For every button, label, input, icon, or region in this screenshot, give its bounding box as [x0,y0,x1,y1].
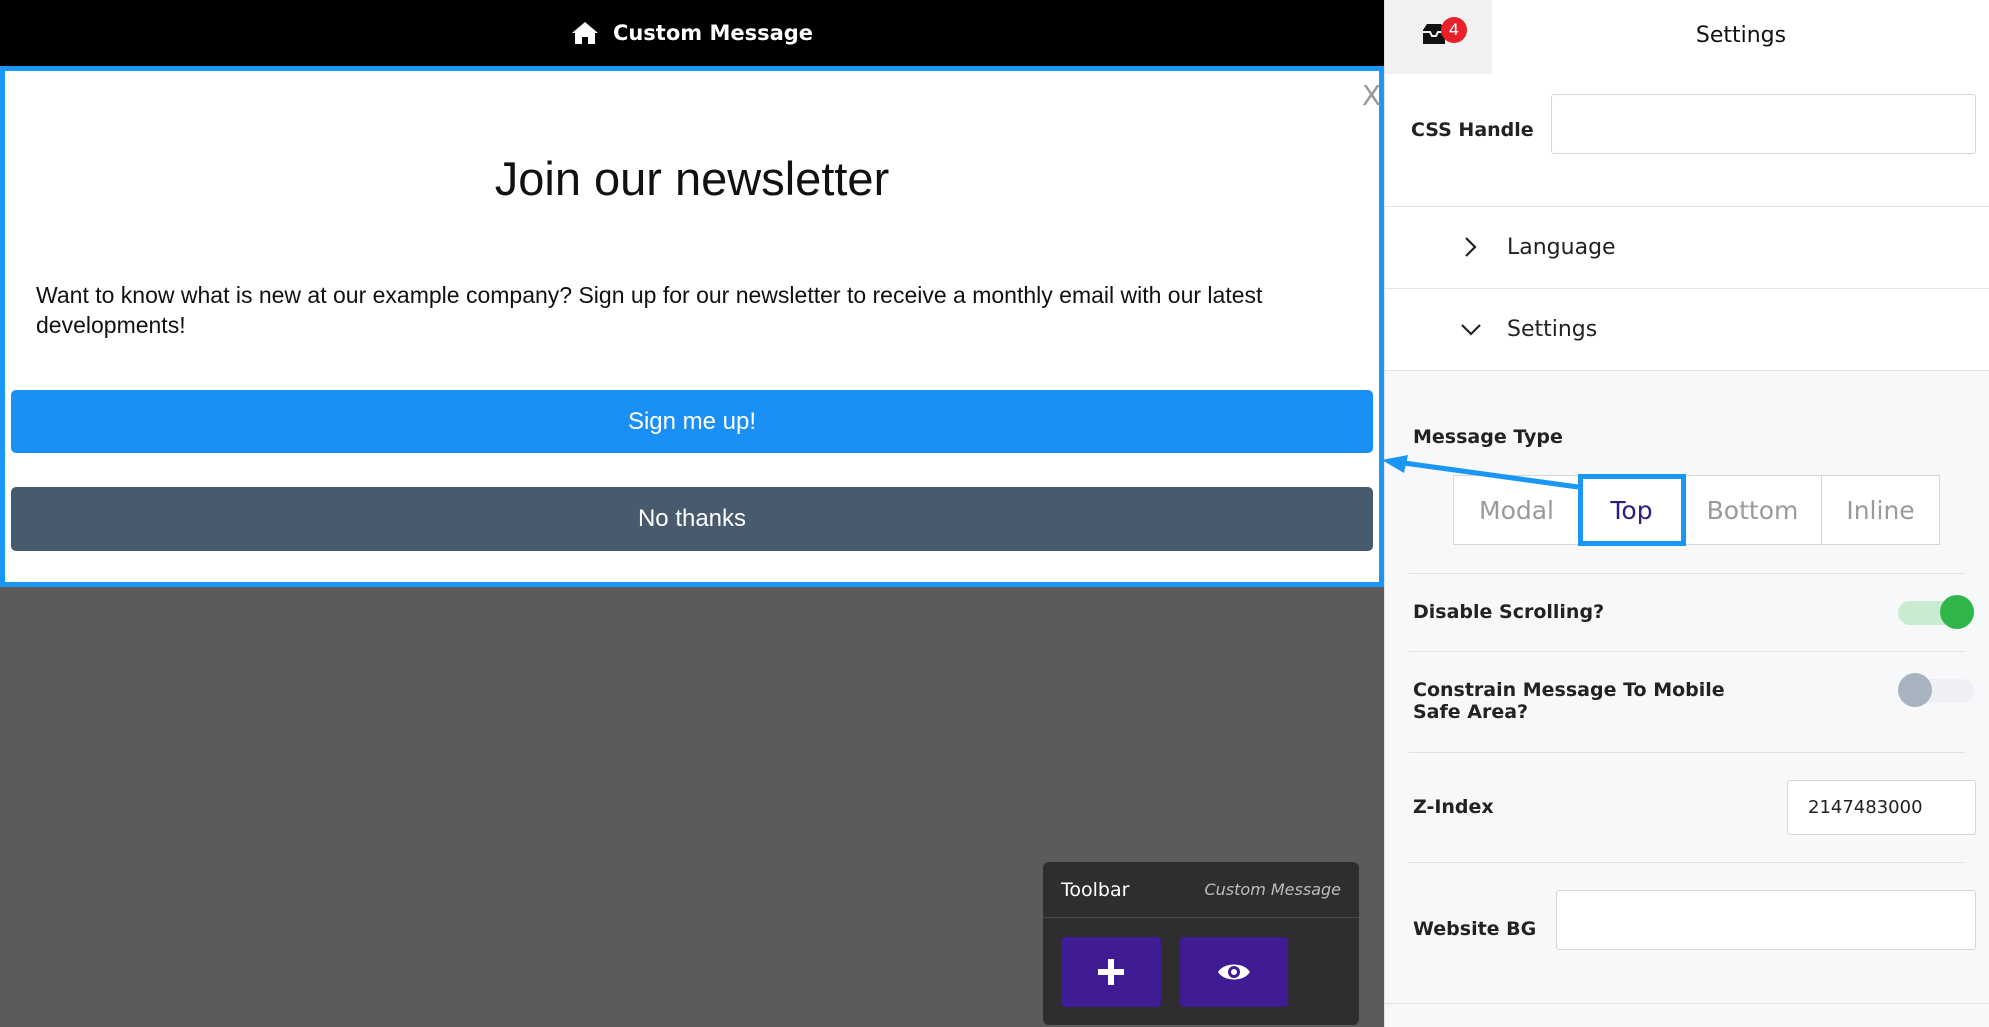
divider [1409,573,1965,574]
message-type-top[interactable]: Top [1578,474,1686,546]
message-type-selector: Modal Top Bottom Inline [1453,474,1940,546]
section-settings[interactable]: Settings [1385,289,1989,371]
divider [1409,752,1965,753]
preview-button[interactable] [1180,937,1288,1007]
message-type-inline[interactable]: Inline [1822,476,1939,544]
message-headline: Join our newsletter [494,152,890,205]
no-thanks-button[interactable]: No thanks [11,487,1373,551]
divider [1409,862,1965,863]
plus-icon [1098,959,1124,985]
disable-scrolling-label: Disable Scrolling? [1413,601,1605,623]
constrain-mobile-label: Constrain Message To Mobile Safe Area? [1413,679,1725,723]
message-type-label: Message Type [1413,426,1563,448]
section-settings-label: Settings [1507,317,1598,342]
panel-title: Settings [1695,23,1787,48]
custom-message[interactable]: X Join our newsletter Want to know what … [0,66,1384,587]
notification-badge: 4 [1441,17,1467,43]
floating-toolbar: Toolbar Custom Message [1043,862,1359,1025]
website-bg-input[interactable] [1556,890,1976,950]
css-handle-label: CSS Handle [1411,119,1534,141]
css-handle-input[interactable] [1551,94,1976,154]
panel-header: 4 Settings [1385,0,1989,74]
message-type-modal[interactable]: Modal [1454,476,1580,544]
preview-title: Custom Message [612,21,814,45]
settings-panel: 4 Settings CSS Handle Language Settings … [1384,0,1989,1027]
website-bg-label: Website BG [1413,918,1537,940]
css-handle-row: CSS Handle [1385,74,1989,207]
z-index-label: Z-Index [1413,796,1494,818]
eye-icon [1218,964,1250,980]
add-button[interactable] [1061,937,1161,1007]
message-type-bottom[interactable]: Bottom [1684,476,1822,544]
divider [1385,1003,1989,1004]
home-icon[interactable] [571,21,599,45]
toolbar-title: Toolbar [1061,878,1130,901]
z-index-input[interactable] [1787,780,1976,835]
close-icon[interactable]: X [1362,79,1381,112]
disable-scrolling-toggle[interactable] [1898,595,1974,629]
section-language[interactable]: Language [1385,207,1989,289]
message-body: Want to know what is new at our example … [36,282,1263,338]
preview-topbar: Custom Message [0,0,1384,66]
toolbar-header[interactable]: Toolbar Custom Message [1043,862,1359,918]
chevron-right-icon [1465,237,1477,257]
constrain-mobile-toggle[interactable] [1898,673,1974,707]
section-language-label: Language [1507,235,1616,260]
divider [1409,651,1965,652]
toolbar-subtitle: Custom Message [1204,880,1341,899]
notifications-button[interactable]: 4 [1385,0,1492,74]
sign-up-button[interactable]: Sign me up! [11,390,1373,453]
preview-canvas: Custom Message X Join our newsletter Wan… [0,0,1384,1027]
chevron-down-icon [1461,324,1481,336]
